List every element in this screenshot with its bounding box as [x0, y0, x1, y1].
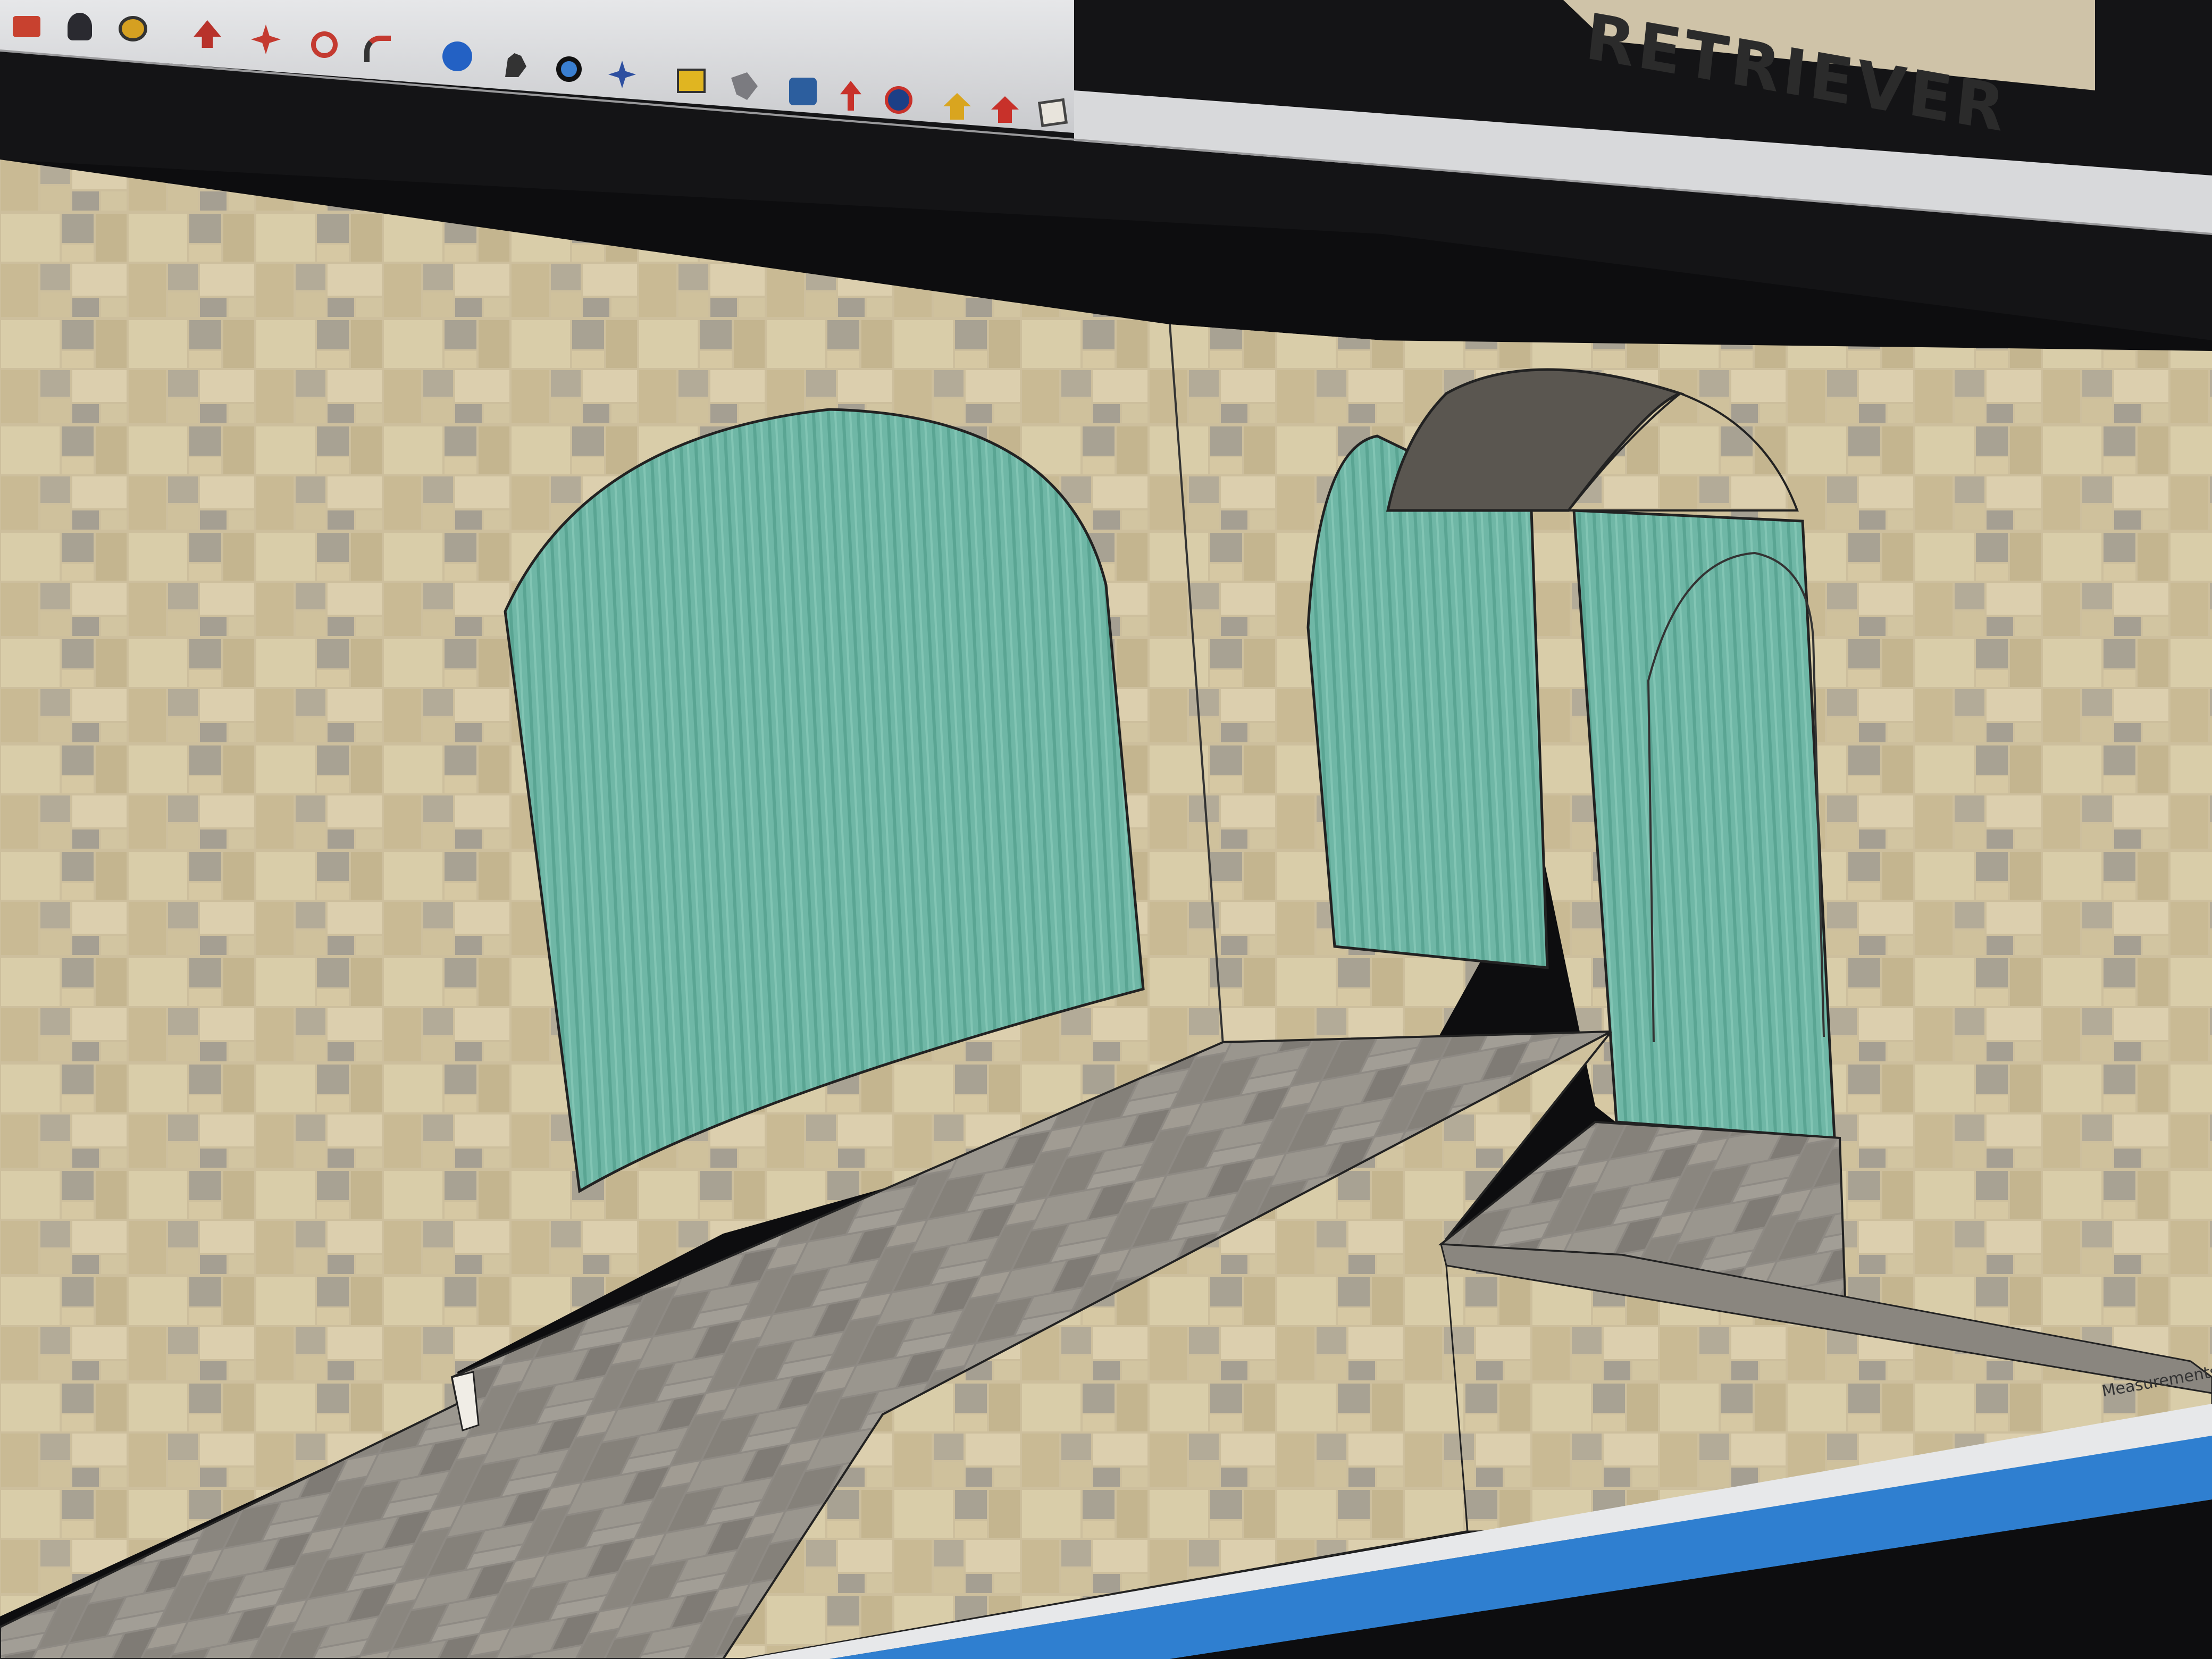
zoom-extents-icon[interactable]	[601, 53, 643, 96]
position-camera-icon[interactable]	[830, 74, 872, 117]
3d-house-icon[interactable]	[1032, 91, 1074, 134]
warehouse-icon[interactable]	[984, 88, 1026, 131]
pan-icon[interactable]	[495, 43, 537, 85]
get-models-icon[interactable]	[877, 79, 920, 121]
monitor-screen: RETRIEVER Measurements	[0, 0, 2212, 1659]
walk-icon[interactable]	[723, 65, 766, 107]
zoom-icon[interactable]	[548, 48, 590, 90]
rotate-icon[interactable]	[303, 23, 346, 66]
small-arched-window[interactable]	[1306, 434, 1549, 969]
select-icon[interactable]	[5, 5, 48, 48]
sketchup-3d-viewport[interactable]	[0, 0, 2212, 1659]
paint-bucket-icon[interactable]	[112, 7, 154, 50]
doorway-glass-panel[interactable]	[1572, 509, 1836, 1139]
push-pull-icon[interactable]	[186, 13, 229, 55]
move-icon[interactable]	[245, 18, 287, 61]
follow-me-icon[interactable]	[356, 28, 399, 70]
component-icon[interactable]	[58, 5, 101, 48]
share-model-icon[interactable]	[936, 85, 978, 128]
orbit-icon[interactable]	[436, 35, 479, 78]
section-plane-icon[interactable]	[670, 60, 713, 102]
look-around-icon[interactable]	[782, 70, 824, 113]
